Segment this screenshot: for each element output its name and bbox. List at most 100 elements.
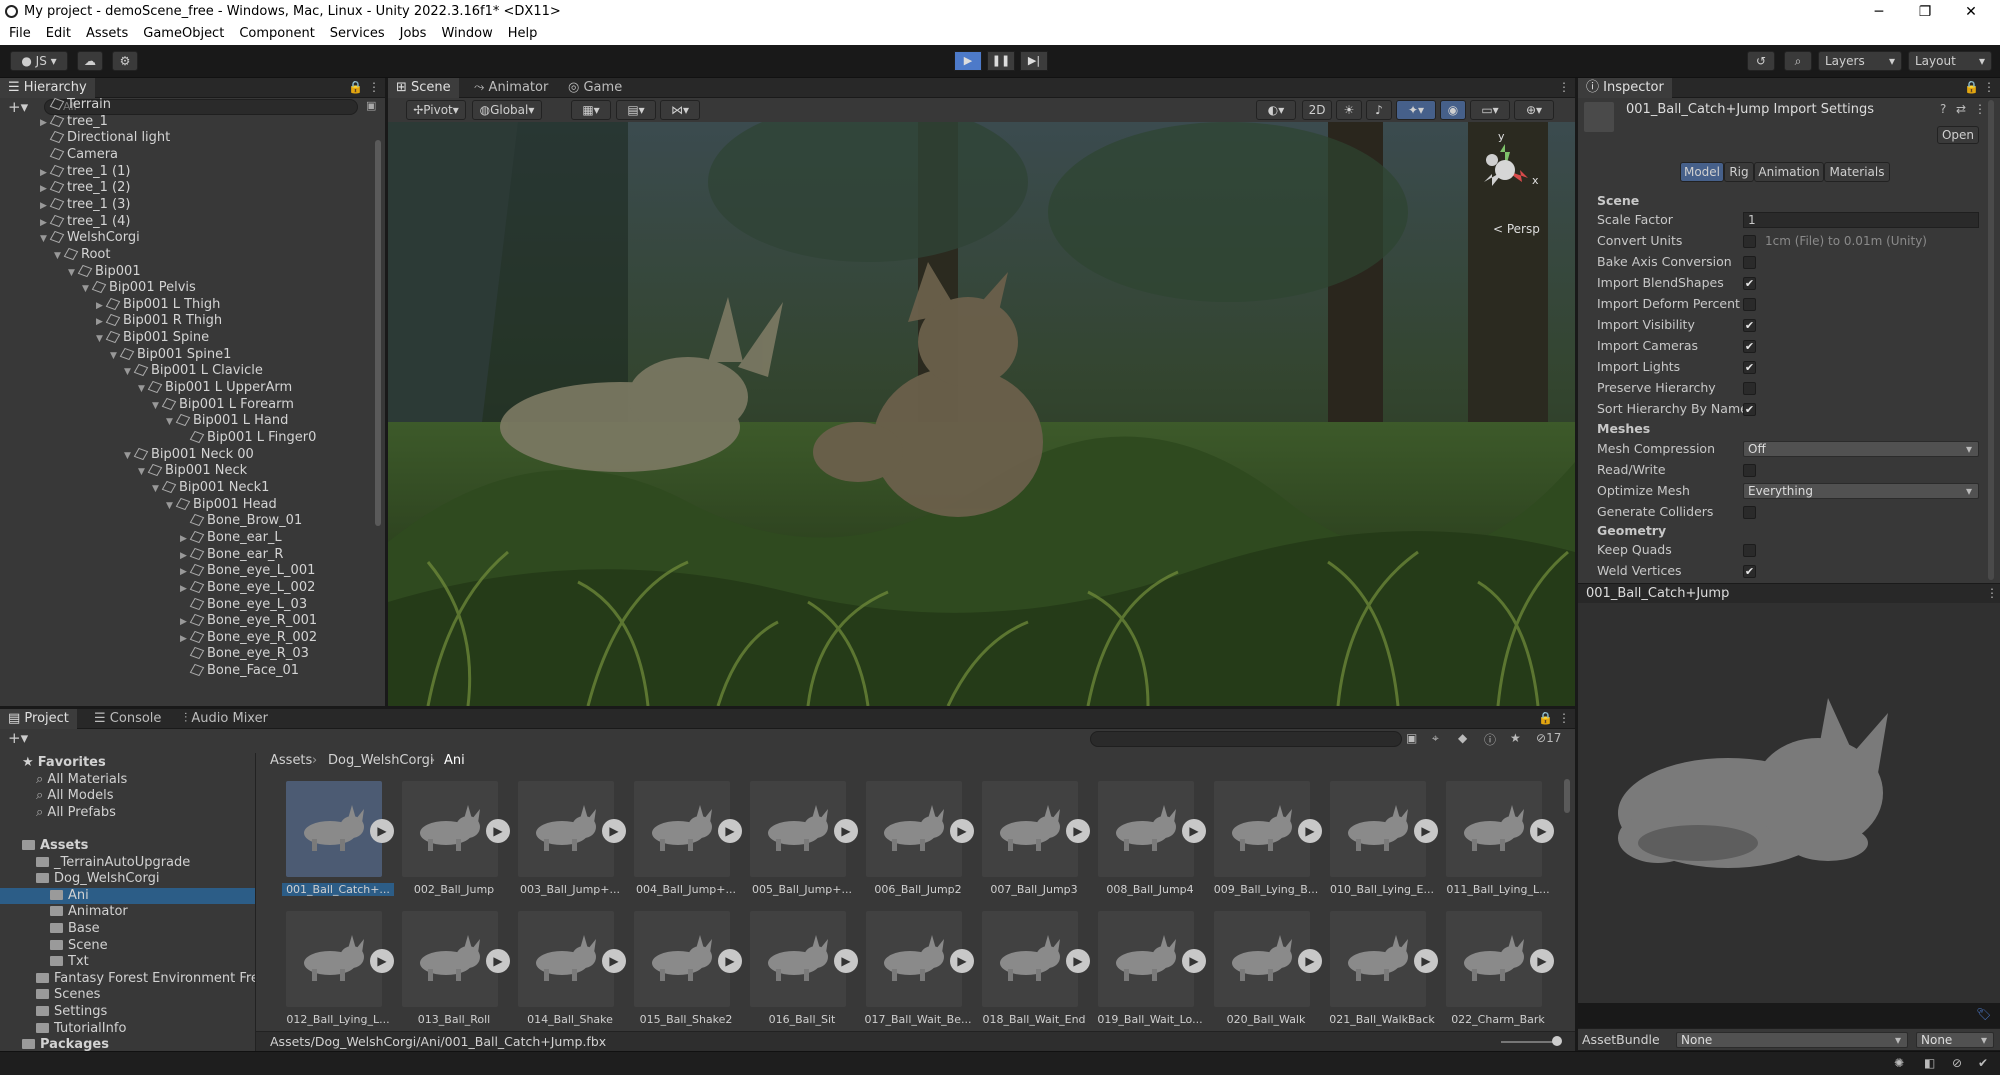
animation-asset-tile[interactable]: ▶ 006_Ball_Jump2 bbox=[862, 781, 974, 901]
play-preview-icon[interactable]: ▶ bbox=[486, 949, 510, 973]
animation-asset-tile[interactable]: ▶ 011_Ball_Lying_L... bbox=[1442, 781, 1554, 901]
favorite-icon[interactable]: ★ bbox=[1510, 731, 1521, 745]
step-button[interactable]: ▶| bbox=[1020, 51, 1048, 71]
animation-asset-tile[interactable]: ▶ 008_Ball_Jump4 bbox=[1094, 781, 1206, 901]
search-icon[interactable]: ⌕ bbox=[1784, 51, 1812, 71]
inspector-lock-icon[interactable]: 🔒 bbox=[1964, 80, 1979, 94]
log-icon[interactable]: ⓘ bbox=[1484, 731, 1496, 748]
folder-tree-item[interactable]: ★ Favorites bbox=[22, 755, 106, 771]
folder-tree-item[interactable]: ⌕ All Materials bbox=[36, 772, 127, 788]
bake-icon[interactable]: ◧ bbox=[1924, 1056, 1935, 1070]
play-preview-icon[interactable]: ▶ bbox=[1414, 819, 1438, 843]
play-preview-icon[interactable]: ▶ bbox=[950, 949, 974, 973]
menu-file[interactable]: File bbox=[0, 24, 37, 41]
hierarchy-row[interactable]: ▼ WelshCorgi bbox=[40, 230, 140, 246]
search-by-type-icon[interactable]: ▣ bbox=[1406, 731, 1417, 745]
hierarchy-row[interactable]: Terrain bbox=[40, 97, 111, 113]
asset-grid-scrollbar[interactable] bbox=[1564, 779, 1570, 813]
tab-model[interactable]: Model bbox=[1680, 162, 1724, 182]
tab-inspector[interactable]: ⓘ Inspector bbox=[1578, 78, 1672, 98]
folder-tree-item[interactable]: Settings bbox=[36, 1004, 107, 1020]
animation-asset-tile[interactable]: ▶ 012_Ball_Lying_L... bbox=[282, 911, 394, 1031]
play-preview-icon[interactable]: ▶ bbox=[1414, 949, 1438, 973]
hierarchy-row[interactable]: Directional light bbox=[40, 130, 170, 146]
play-button[interactable]: ▶ bbox=[954, 51, 982, 71]
sort-hierarchy-checkbox[interactable]: ✔ bbox=[1743, 403, 1756, 416]
folder-tree-item[interactable]: Scene bbox=[50, 938, 108, 954]
debug-icon[interactable]: ✺ bbox=[1894, 1056, 1904, 1070]
hidden-objects-icon[interactable]: ◉ bbox=[1440, 100, 1466, 120]
animation-asset-tile[interactable]: ▶ 014_Ball_Shake bbox=[514, 911, 626, 1031]
hierarchy-row[interactable]: ▼ Bip001 L Clavicle bbox=[124, 363, 263, 379]
folder-tree-item[interactable]: Ani bbox=[0, 887, 255, 904]
assetbundle-variant-dropdown[interactable]: None bbox=[1916, 1032, 1994, 1048]
play-preview-icon[interactable]: ▶ bbox=[834, 819, 858, 843]
kebab-menu-icon[interactable]: ⋮ bbox=[368, 80, 380, 94]
tab-console[interactable]: ☰ Console bbox=[86, 709, 169, 729]
folder-tree-item[interactable]: TutorialInfo bbox=[36, 1021, 126, 1037]
play-preview-icon[interactable]: ▶ bbox=[602, 949, 626, 973]
inspector-menu-icon[interactable]: ⋮ bbox=[1983, 80, 1995, 94]
preserve-hierarchy-checkbox[interactable] bbox=[1743, 382, 1756, 395]
collab-icon[interactable]: ⚙ bbox=[112, 51, 138, 71]
hierarchy-row[interactable]: ▶ tree_1 (1) bbox=[40, 164, 130, 180]
hierarchy-row[interactable]: Bone_Brow_01 bbox=[180, 513, 302, 529]
weld-vertices-checkbox[interactable]: ✔ bbox=[1743, 565, 1756, 578]
hierarchy-row[interactable]: ▼ Bip001 L Hand bbox=[166, 413, 288, 429]
animation-asset-tile[interactable]: ▶ 002_Ball_Jump bbox=[398, 781, 510, 901]
hierarchy-row[interactable]: ▶ Bone_ear_R bbox=[180, 547, 283, 563]
animation-asset-tile[interactable]: ▶ 019_Ball_Wait_Lo... bbox=[1094, 911, 1206, 1031]
import-deform-checkbox[interactable] bbox=[1743, 298, 1756, 311]
folder-tree-item[interactable]: Assets bbox=[22, 838, 88, 854]
global-dropdown[interactable]: ◍Global▾ bbox=[472, 100, 542, 120]
hierarchy-row[interactable]: Camera bbox=[40, 147, 118, 163]
layers-dropdown[interactable]: Layers ▾ bbox=[1818, 51, 1902, 71]
hierarchy-row[interactable]: ▼ Bip001 Pelvis bbox=[82, 280, 196, 296]
play-preview-icon[interactable]: ▶ bbox=[602, 819, 626, 843]
preset-icon[interactable]: ⇄ bbox=[1956, 102, 1966, 116]
hierarchy-row[interactable]: ▼ Bip001 bbox=[68, 264, 141, 280]
inspector-scrollbar[interactable] bbox=[1988, 100, 1994, 580]
play-preview-icon[interactable]: ▶ bbox=[950, 819, 974, 843]
label-icon[interactable]: ◆ bbox=[1458, 731, 1467, 745]
hierarchy-row[interactable]: ▼ Bip001 Spine bbox=[96, 330, 209, 346]
hierarchy-row[interactable]: ▼ Bip001 Head bbox=[166, 497, 277, 513]
icon-size-slider-handle[interactable] bbox=[1552, 1036, 1562, 1046]
hierarchy-row[interactable]: ▶ Bip001 R Thigh bbox=[96, 313, 222, 329]
hierarchy-row[interactable]: ▶ Bone_eye_R_002 bbox=[180, 630, 317, 646]
hierarchy-row[interactable]: ▶ tree_1 (2) bbox=[40, 180, 130, 196]
animation-asset-tile[interactable]: ▶ 003_Ball_Jump+... bbox=[514, 781, 626, 901]
hierarchy-row[interactable]: ▶ Bone_eye_R_001 bbox=[180, 613, 317, 629]
optimize-mesh-dropdown[interactable]: Everything bbox=[1743, 483, 1979, 499]
hierarchy-row[interactable]: ▶ Bone_eye_L_001 bbox=[180, 563, 315, 579]
hierarchy-row[interactable]: ▼ Bip001 L Forearm bbox=[152, 397, 294, 413]
hierarchy-row[interactable]: ▶ Bip001 L Thigh bbox=[96, 297, 220, 313]
add-icon[interactable]: +▾ bbox=[8, 98, 28, 116]
tab-animator[interactable]: ⤳ Animator bbox=[466, 78, 556, 98]
folder-tree-item[interactable]: _TerrainAutoUpgrade bbox=[36, 855, 190, 871]
play-preview-icon[interactable]: ▶ bbox=[718, 819, 742, 843]
cloud-icon[interactable]: ☁ bbox=[77, 51, 103, 71]
hierarchy-row[interactable]: ▼ Root bbox=[54, 247, 110, 263]
increment-snap-icon[interactable]: ⋈▾ bbox=[660, 100, 700, 120]
hierarchy-row[interactable]: Bone_Face_01 bbox=[180, 663, 299, 679]
tab-project[interactable]: ▤ Project bbox=[0, 709, 77, 729]
folder-tree-item[interactable]: Animator bbox=[50, 904, 128, 920]
import-cameras-checkbox[interactable]: ✔ bbox=[1743, 340, 1756, 353]
animation-asset-tile[interactable]: ▶ 016_Ball_Sit bbox=[746, 911, 858, 1031]
project-lock-icon[interactable]: 🔒 bbox=[1538, 711, 1553, 725]
mesh-compression-dropdown[interactable]: Off bbox=[1743, 441, 1979, 457]
read-write-checkbox[interactable] bbox=[1743, 464, 1756, 477]
animation-asset-tile[interactable]: ▶ 005_Ball_Jump+... bbox=[746, 781, 858, 901]
menu-help[interactable]: Help bbox=[499, 24, 544, 41]
scale-factor-input[interactable]: 1 bbox=[1743, 212, 1979, 228]
lighting-icon[interactable]: ☀ bbox=[1336, 100, 1362, 120]
tag-icon[interactable]: 🏷 bbox=[1976, 1007, 1991, 1021]
hierarchy-row[interactable]: ▶ tree_1 (4) bbox=[40, 214, 130, 230]
import-lights-checkbox[interactable]: ✔ bbox=[1743, 361, 1756, 374]
grid-snap-icon[interactable]: ▦▾ bbox=[571, 100, 611, 120]
hierarchy-row[interactable]: Bip001 L Finger0 bbox=[180, 430, 316, 446]
play-preview-icon[interactable]: ▶ bbox=[718, 949, 742, 973]
done-icon[interactable]: ✔ bbox=[1978, 1056, 1988, 1070]
folder-tree-item[interactable]: Scenes bbox=[36, 987, 100, 1003]
